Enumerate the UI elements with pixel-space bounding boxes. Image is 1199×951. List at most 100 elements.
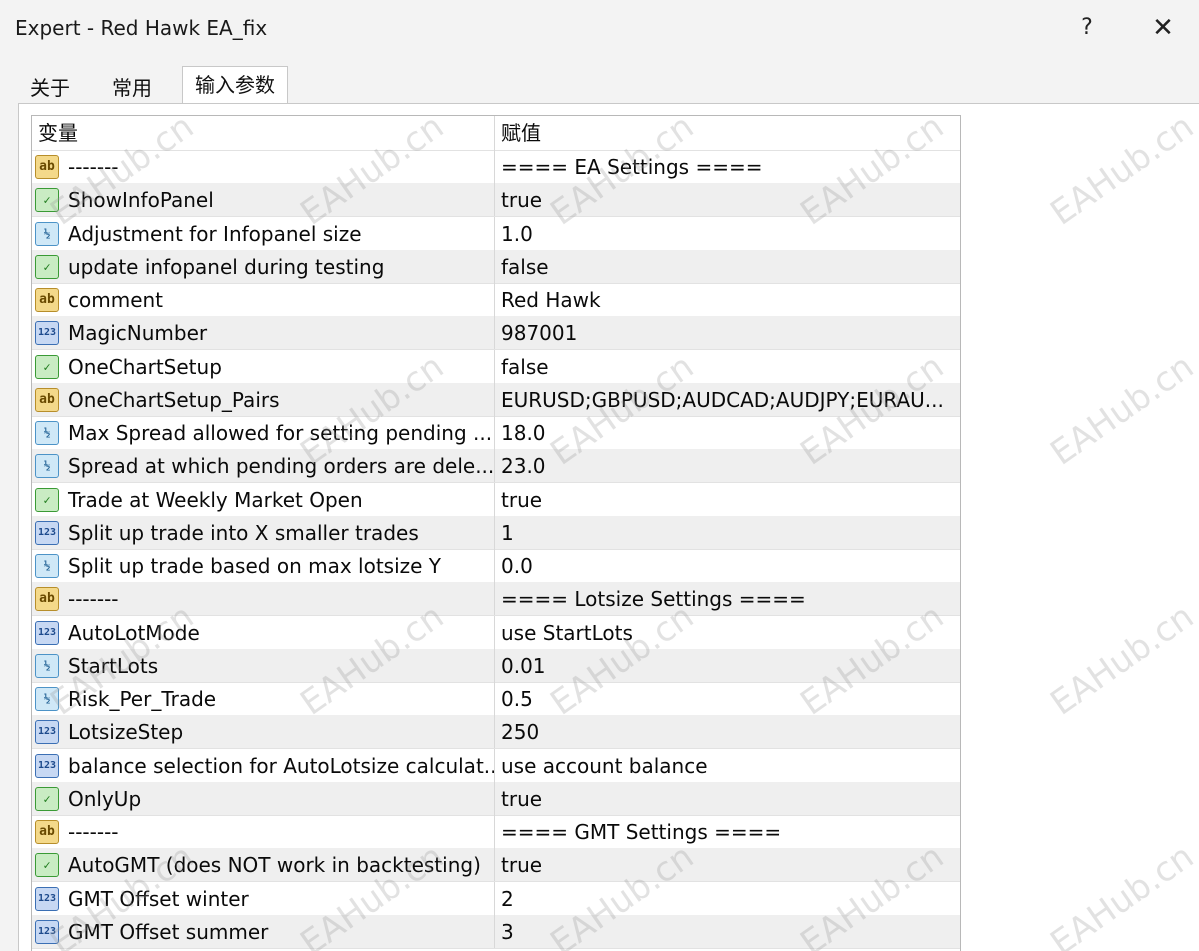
header-value[interactable]: 赋值	[495, 116, 955, 150]
table-row[interactable]: ½ Max Spread allowed for setting pending …	[32, 416, 960, 450]
bool-type-icon: ✓	[35, 188, 59, 213]
variable-name: -------	[68, 820, 119, 844]
bool-type-icon: ✓	[35, 354, 59, 379]
value-cell[interactable]: 3	[495, 915, 955, 948]
value-cell[interactable]: false	[495, 350, 955, 383]
variable-cell: ab OneChartSetup_Pairs	[32, 382, 495, 416]
tab-inputs[interactable]: 输入参数	[182, 66, 288, 105]
table-row[interactable]: 123 Split up trade into X smaller trades 1	[32, 515, 960, 550]
table-row[interactable]: ½ Split up trade based on max lotsize Y 0.…	[32, 549, 960, 583]
table-row[interactable]: ab ------- ==== EA Settings ====	[32, 150, 960, 184]
value-cell[interactable]: 1.0	[495, 217, 955, 250]
table-row[interactable]: ✓ AutoGMT (does NOT work in backtesting) t…	[32, 848, 960, 883]
bool-type-icon: ✓	[35, 786, 59, 811]
variable-value: EURUSD;GBPUSD;AUDCAD;AUDJPY;EURAU...	[501, 387, 944, 412]
value-cell[interactable]: true	[495, 848, 955, 881]
table-row[interactable]: ✓ OneChartSetup false	[32, 349, 960, 384]
value-cell[interactable]: ==== EA Settings ====	[495, 150, 955, 183]
variable-value: 2	[501, 886, 514, 911]
integer-type-icon: 123	[35, 720, 59, 745]
table-row[interactable]: ½ StartLots 0.01	[32, 648, 960, 683]
variable-name: LotsizeStep	[68, 720, 184, 745]
value-cell[interactable]: 250	[495, 715, 955, 748]
variable-name: Split up trade into X smaller trades	[68, 520, 419, 545]
variable-name: OneChartSetup	[68, 354, 222, 379]
table-row[interactable]: ½ Spread at which pending orders are dele…	[32, 449, 960, 484]
variable-value: 3	[501, 919, 514, 944]
table-row[interactable]: ✓ Trade at Weekly Market Open true	[32, 482, 960, 517]
table-row[interactable]: ½ Adjustment for Infopanel size 1.0	[32, 216, 960, 251]
value-cell[interactable]: 23.0	[495, 449, 955, 482]
value-cell[interactable]: true	[495, 183, 955, 216]
variable-value: Red Hawk	[501, 288, 601, 312]
value-cell[interactable]: Red Hawk	[495, 283, 955, 316]
variable-cell: ✓ OneChartSetup	[32, 349, 495, 383]
table-row[interactable]: 123 AutoLotMode use StartLots	[32, 615, 960, 650]
value-cell[interactable]: 0.01	[495, 649, 955, 682]
variable-cell: ½ Split up trade based on max lotsize Y	[32, 549, 495, 582]
variable-name: ShowInfoPanel	[68, 188, 214, 213]
tab-common[interactable]: 常用	[100, 72, 164, 104]
value-cell[interactable]: EURUSD;GBPUSD;AUDCAD;AUDJPY;EURAU...	[495, 383, 955, 416]
table-row[interactable]: ✓ OnlyUp true	[32, 781, 960, 816]
value-cell[interactable]: 2	[495, 882, 955, 915]
value-cell[interactable]: 18.0	[495, 416, 955, 449]
table-row[interactable]: 123 MagicNumber 987001	[32, 316, 960, 351]
variable-name: AutoLotMode	[68, 620, 200, 645]
help-button[interactable]: ?	[1064, 10, 1110, 46]
integer-type-icon: 123	[35, 620, 59, 645]
table-row[interactable]: ab ------- ==== GMT Settings ====	[32, 815, 960, 849]
variable-cell: ½ Max Spread allowed for setting pending …	[32, 416, 495, 449]
table-row[interactable]: ✓ update infopanel during testing false	[32, 249, 960, 284]
variable-cell: ab -------	[32, 582, 495, 616]
tab-about[interactable]: 关于	[18, 72, 82, 104]
variable-value: use StartLots	[501, 620, 633, 645]
value-cell[interactable]: 987001	[495, 316, 955, 349]
string-type-icon: ab	[35, 820, 59, 844]
table-row[interactable]: 123 GMT Offset winter 2	[32, 881, 960, 916]
variable-value: ==== EA Settings ====	[501, 155, 763, 179]
value-cell[interactable]: ==== Lotsize Settings ====	[495, 582, 955, 615]
table-row[interactable]: ✓ ShowInfoPanel true	[32, 183, 960, 218]
variable-cell: 123 GMT Offset summer	[32, 914, 495, 948]
value-cell[interactable]: 1	[495, 516, 955, 549]
integer-type-icon: 123	[35, 321, 59, 346]
double-type-icon: ½	[35, 554, 59, 578]
integer-type-icon: 123	[35, 753, 59, 778]
variable-cell: ✓ ShowInfoPanel	[32, 183, 495, 217]
variable-value: 1.0	[501, 221, 533, 246]
grid-header: 变量 赋值	[32, 116, 960, 151]
variable-cell: ✓ Trade at Weekly Market Open	[32, 482, 495, 516]
variable-name: Max Spread allowed for setting pending .…	[68, 421, 493, 445]
value-cell[interactable]: true	[495, 782, 955, 815]
value-cell[interactable]: ==== GMT Settings ====	[495, 815, 955, 848]
table-row[interactable]: ab ------- ==== Lotsize Settings ====	[32, 582, 960, 617]
variable-name: Split up trade based on max lotsize Y	[68, 554, 442, 578]
variable-cell: ab -------	[32, 150, 495, 183]
value-cell[interactable]: false	[495, 250, 955, 283]
close-button[interactable]: ✕	[1140, 10, 1186, 46]
value-cell[interactable]: 0.5	[495, 682, 955, 715]
table-row[interactable]: ½ Risk_Per_Trade 0.5	[32, 682, 960, 716]
header-variable[interactable]: 变量	[32, 116, 495, 150]
variable-cell: 123 balance selection for AutoLotsize cal…	[32, 748, 495, 782]
variable-name: -------	[68, 155, 119, 179]
window-title: Expert - Red Hawk EA_fix	[15, 16, 268, 40]
variable-value: 18.0	[501, 421, 546, 445]
table-row[interactable]: ab comment Red Hawk	[32, 283, 960, 317]
string-type-icon: ab	[35, 387, 59, 412]
table-row[interactable]: 123 GMT Offset summer 3	[32, 914, 960, 949]
value-cell[interactable]: true	[495, 483, 955, 516]
variable-name: update infopanel during testing	[68, 254, 385, 279]
table-row[interactable]: 123 balance selection for AutoLotsize cal…	[32, 748, 960, 783]
value-cell[interactable]: use account balance	[495, 749, 955, 782]
variable-name: AutoGMT (does NOT work in backtesting)	[68, 853, 481, 878]
tab-bar: 关于 常用 输入参数	[18, 66, 1199, 105]
table-row[interactable]: ab OneChartSetup_Pairs EURUSD;GBPUSD;AUDCA…	[32, 382, 960, 417]
variable-name: OnlyUp	[68, 786, 142, 811]
string-type-icon: ab	[35, 288, 59, 312]
value-cell[interactable]: 0.0	[495, 549, 955, 582]
value-cell[interactable]: use StartLots	[495, 616, 955, 649]
double-type-icon: ½	[35, 653, 59, 678]
table-row[interactable]: 123 LotsizeStep 250	[32, 715, 960, 750]
